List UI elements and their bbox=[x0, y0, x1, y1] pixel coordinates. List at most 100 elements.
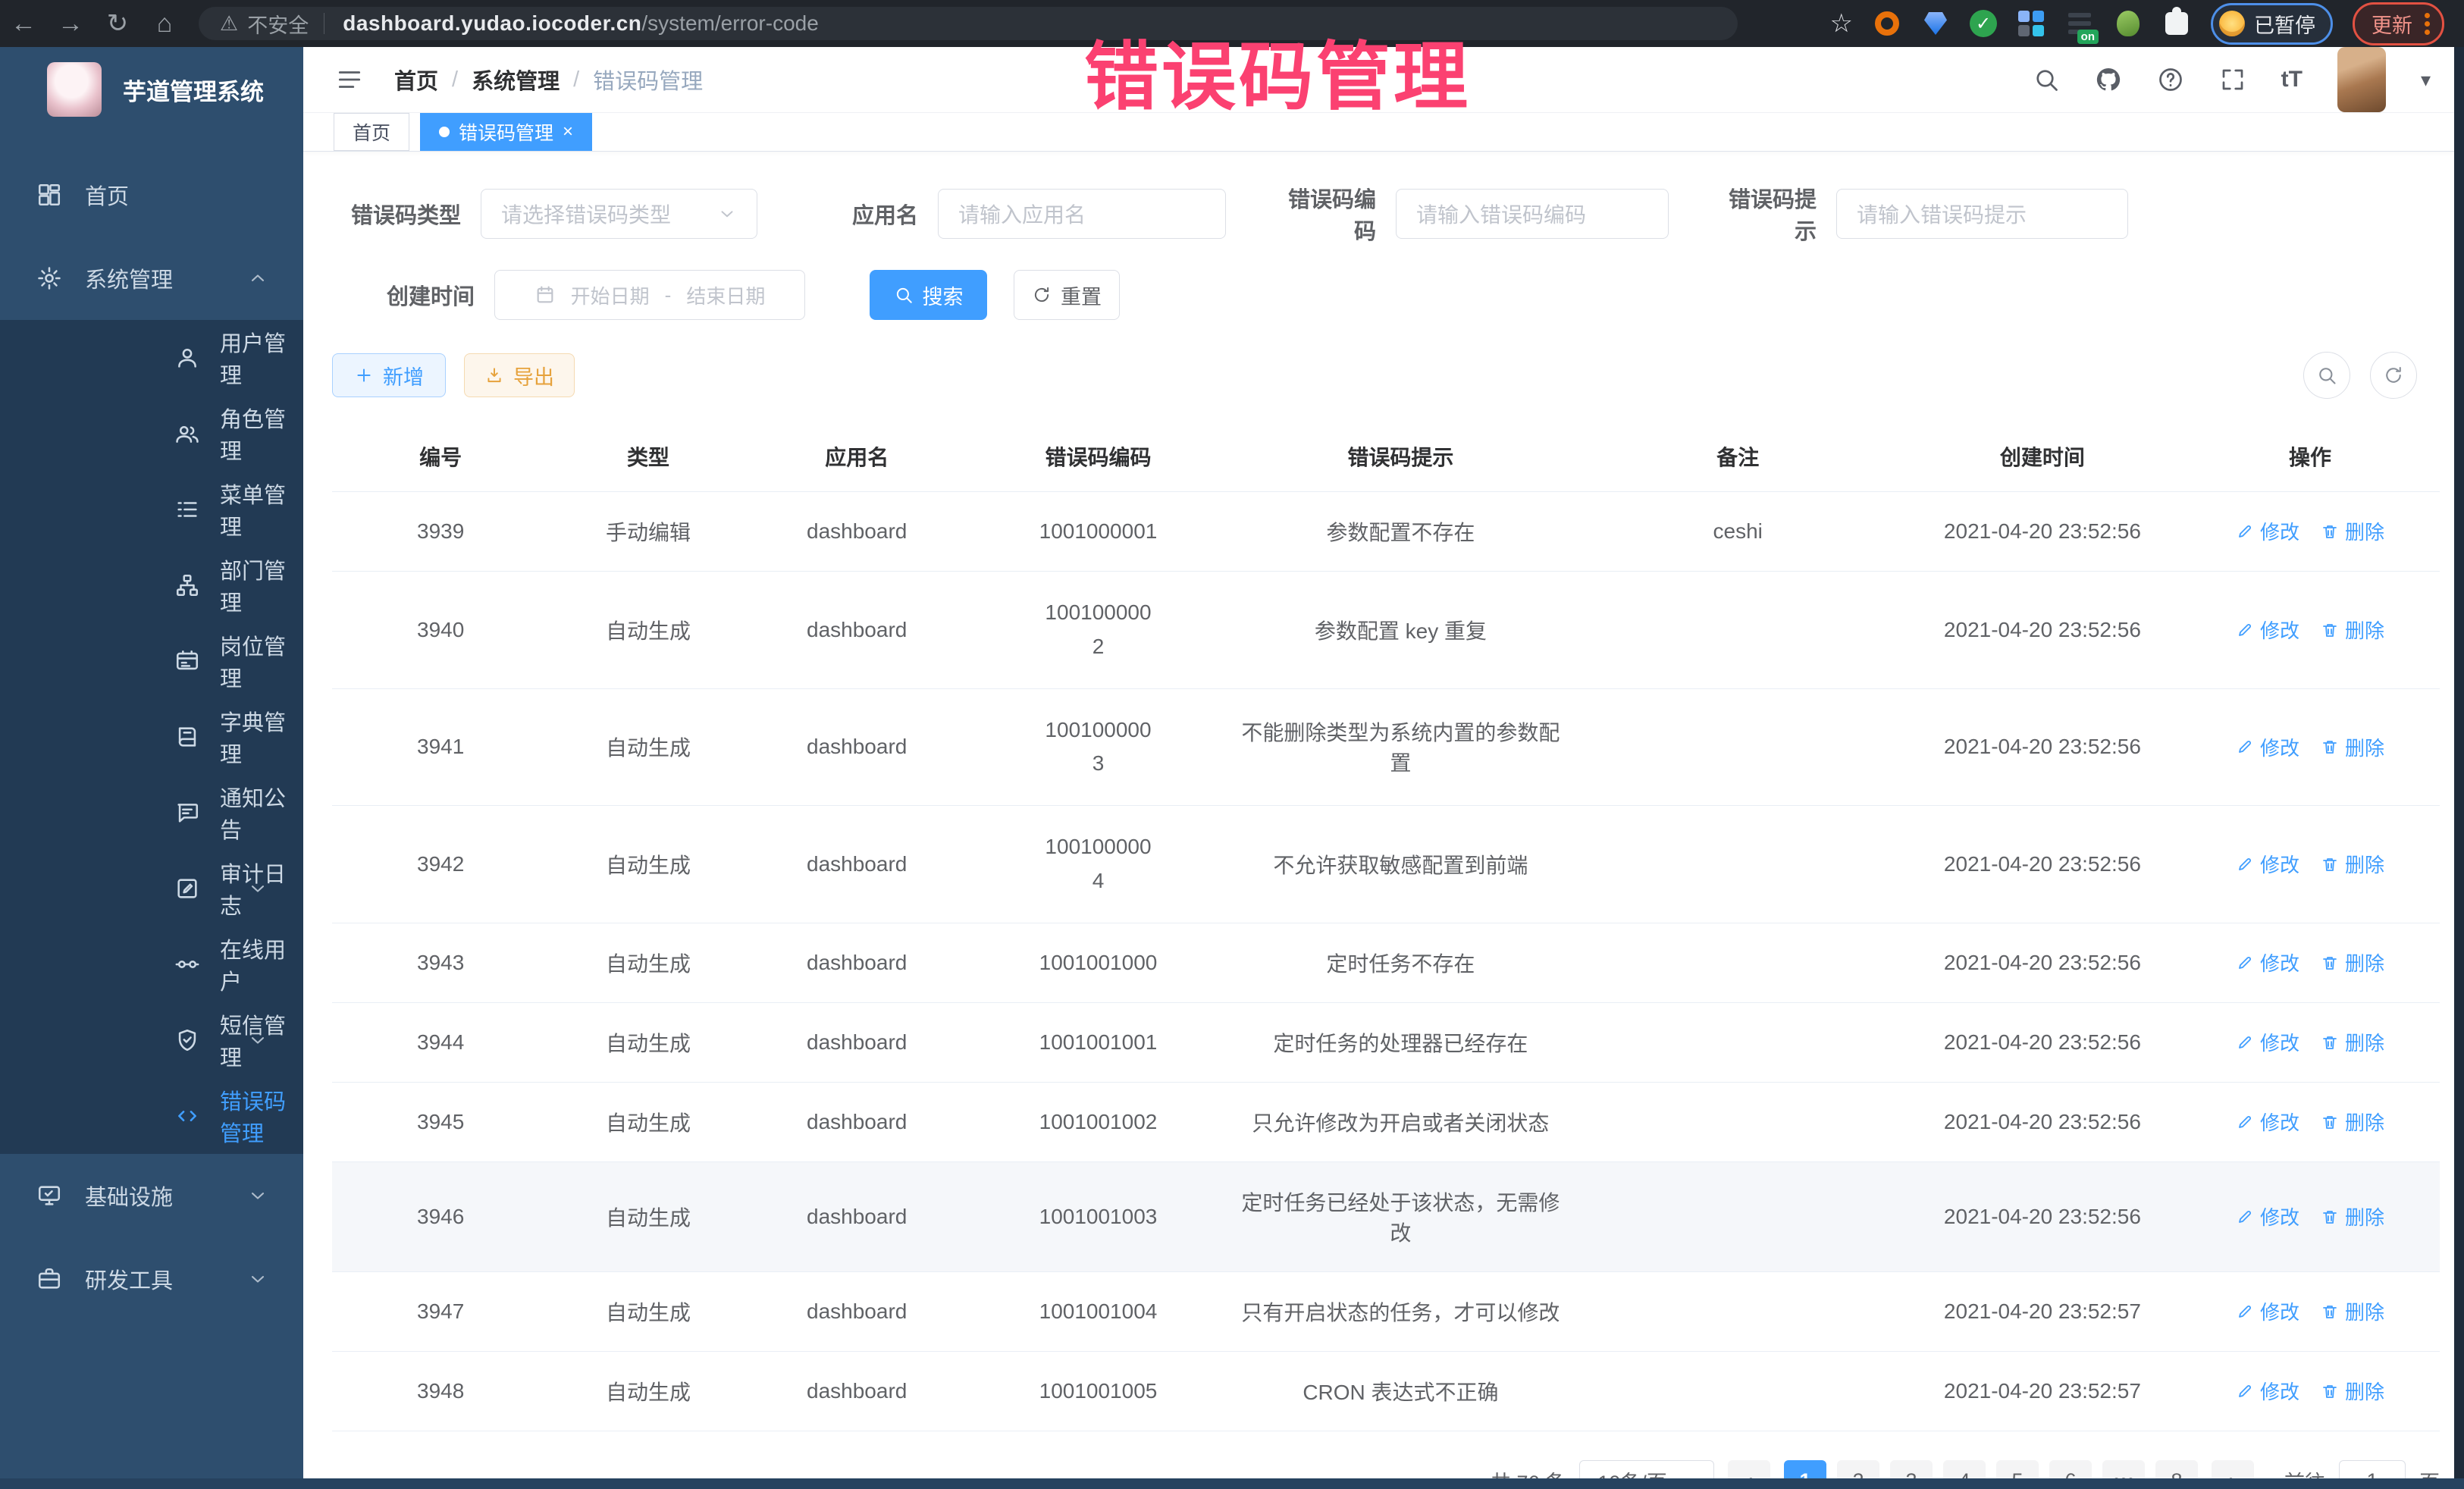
edit-link[interactable]: 修改 bbox=[2236, 1108, 2299, 1136]
column-header: 编号 bbox=[332, 422, 549, 492]
extension-switch-icon[interactable]: on bbox=[2065, 9, 2094, 38]
address-bar[interactable]: ⚠ 不安全 dashboard.yudao.iocoder.cn/system/… bbox=[199, 7, 1738, 40]
sidebar-item-dept[interactable]: 部门管理 bbox=[0, 547, 303, 623]
error-code-input[interactable]: 请输入错误码编码 bbox=[1396, 189, 1669, 239]
delete-link[interactable]: 删除 bbox=[2321, 948, 2384, 976]
delete-link[interactable]: 删除 bbox=[2321, 1202, 2384, 1230]
breadcrumb-home[interactable]: 首页 bbox=[394, 64, 438, 96]
reset-button[interactable]: 重置 bbox=[1014, 270, 1120, 320]
export-button[interactable]: 导出 bbox=[464, 353, 575, 397]
error-type-select[interactable]: 请选择错误码类型 bbox=[481, 189, 757, 239]
sidebar-item-post[interactable]: 岗位管理 bbox=[0, 623, 303, 699]
home-icon[interactable]: ⌂ bbox=[141, 9, 188, 39]
delete-link[interactable]: 删除 bbox=[2321, 517, 2384, 545]
cell-time: 2021-04-20 23:52:56 bbox=[1904, 1161, 2180, 1271]
sidebar-item-system[interactable]: 系统管理 bbox=[0, 237, 303, 320]
sidebar-item-role[interactable]: 角色管理 bbox=[0, 396, 303, 472]
toggle-search-button[interactable] bbox=[2303, 352, 2350, 399]
edit-link[interactable]: 修改 bbox=[2236, 1377, 2299, 1405]
cell-message: 定时任务不存在 bbox=[1230, 923, 1571, 1002]
breadcrumb-system[interactable]: 系统管理 bbox=[472, 64, 560, 96]
delete-link[interactable]: 删除 bbox=[2321, 1297, 2384, 1325]
app-logo[interactable]: 芋道管理系统 bbox=[0, 47, 303, 132]
search-icon[interactable] bbox=[2033, 66, 2060, 93]
sidebar-item-dict[interactable]: 字典管理 bbox=[0, 699, 303, 775]
edit-link[interactable]: 修改 bbox=[2236, 517, 2299, 545]
cell-type: 自动生成 bbox=[549, 688, 747, 806]
sidebar-item-dev-tools[interactable]: 研发工具 bbox=[0, 1237, 303, 1321]
sidebar-item-menu[interactable]: 菜单管理 bbox=[0, 472, 303, 547]
delete-icon bbox=[2321, 1302, 2339, 1321]
edit-link[interactable]: 修改 bbox=[2236, 616, 2299, 644]
edit-link[interactable]: 修改 bbox=[2236, 1028, 2299, 1056]
sidebar-item-notice[interactable]: 通知公告 bbox=[0, 775, 303, 851]
refresh-icon bbox=[1032, 285, 1052, 305]
refresh-table-button[interactable] bbox=[2370, 352, 2417, 399]
edit-link[interactable]: 修改 bbox=[2236, 948, 2299, 976]
fullscreen-icon[interactable] bbox=[2219, 66, 2246, 93]
edit-icon bbox=[2236, 1382, 2254, 1400]
tab-close-icon[interactable]: × bbox=[563, 123, 573, 141]
not-secure-warning-icon: ⚠ bbox=[220, 12, 238, 36]
kebab-menu-icon[interactable] bbox=[2425, 13, 2430, 35]
cell-remark bbox=[1572, 688, 1904, 806]
error-msg-label: 错误码提示 bbox=[1710, 182, 1817, 246]
tab-home[interactable]: 首页 bbox=[334, 113, 409, 151]
forward-icon[interactable]: → bbox=[47, 9, 94, 39]
date-range-picker[interactable]: 开始日期 - 结束日期 bbox=[494, 270, 805, 320]
cell-code: 1001000002 bbox=[967, 572, 1230, 689]
extension-check-icon[interactable]: ✓ bbox=[1970, 10, 1997, 37]
sidebar-item-online-user[interactable]: 在线用户 bbox=[0, 926, 303, 1002]
delete-icon bbox=[2321, 738, 2339, 756]
refresh-icon bbox=[2383, 365, 2404, 386]
back-icon[interactable]: ← bbox=[0, 9, 47, 39]
user-avatar[interactable] bbox=[2337, 47, 2386, 112]
delete-link[interactable]: 删除 bbox=[2321, 1377, 2384, 1405]
cell-message: 不允许获取敏感配置到前端 bbox=[1230, 806, 1571, 923]
update-button[interactable]: 更新 bbox=[2353, 2, 2444, 45]
sidebar-item-user[interactable]: 用户管理 bbox=[0, 320, 303, 396]
search-button[interactable]: 搜索 bbox=[870, 270, 987, 320]
edit-link[interactable]: 修改 bbox=[2236, 850, 2299, 878]
paused-badge[interactable]: 已暂停 bbox=[2211, 3, 2333, 45]
font-size-icon[interactable]: tT bbox=[2281, 67, 2303, 92]
sidebar-item-label: 在线用户 bbox=[220, 933, 303, 996]
help-icon[interactable] bbox=[2157, 66, 2184, 93]
add-button[interactable]: 新增 bbox=[332, 353, 446, 397]
edit-link[interactable]: 修改 bbox=[2236, 733, 2299, 761]
error-msg-input[interactable]: 请输入错误码提示 bbox=[1836, 189, 2128, 239]
sidebar-item-sms[interactable]: 短信管理 bbox=[0, 1002, 303, 1078]
sidebar-item-label: 基础设施 bbox=[85, 1180, 173, 1212]
delete-link[interactable]: 删除 bbox=[2321, 1028, 2384, 1056]
table-row: 3942自动生成dashboard1001000004不允许获取敏感配置到前端2… bbox=[332, 806, 2440, 923]
cell-id: 3940 bbox=[332, 572, 549, 689]
delete-link[interactable]: 删除 bbox=[2321, 616, 2384, 644]
book-icon bbox=[174, 724, 200, 750]
extension-puzzle-icon[interactable] bbox=[2162, 9, 2191, 38]
extension-ring-icon[interactable] bbox=[1873, 9, 1901, 38]
edit-link[interactable]: 修改 bbox=[2236, 1297, 2299, 1325]
reload-icon[interactable]: ↻ bbox=[94, 8, 141, 39]
cell-code: 1001000004 bbox=[967, 806, 1230, 923]
cell-id: 3944 bbox=[332, 1002, 549, 1082]
avatar-caret-icon[interactable]: ▾ bbox=[2421, 68, 2431, 92]
edit-link[interactable]: 修改 bbox=[2236, 1202, 2299, 1230]
delete-link[interactable]: 删除 bbox=[2321, 733, 2384, 761]
sidebar-item-home[interactable]: 首页 bbox=[0, 153, 303, 237]
extension-leaf-icon[interactable] bbox=[2114, 9, 2143, 38]
delete-link[interactable]: 删除 bbox=[2321, 1108, 2384, 1136]
delete-link[interactable]: 删除 bbox=[2321, 850, 2384, 878]
hamburger-icon[interactable] bbox=[335, 65, 364, 94]
extension-grid-icon[interactable] bbox=[2017, 9, 2045, 38]
github-icon[interactable] bbox=[2095, 66, 2122, 93]
edit-icon bbox=[2236, 621, 2254, 639]
tab-error-code[interactable]: 错误码管理 × bbox=[420, 113, 592, 151]
sidebar-item-audit-log[interactable]: 审计日志 bbox=[0, 851, 303, 926]
bookmark-star-icon[interactable]: ☆ bbox=[1830, 8, 1853, 39]
sidebar-item-infra[interactable]: 基础设施 bbox=[0, 1154, 303, 1237]
app-name-input[interactable]: 请输入应用名 bbox=[938, 189, 1226, 239]
sidebar-item-error-code[interactable]: 错误码管理 bbox=[0, 1078, 303, 1154]
security-label[interactable]: 不安全 bbox=[247, 9, 309, 39]
sidebar-item-label: 错误码管理 bbox=[220, 1084, 303, 1148]
extension-gem-icon[interactable] bbox=[1921, 9, 1950, 38]
